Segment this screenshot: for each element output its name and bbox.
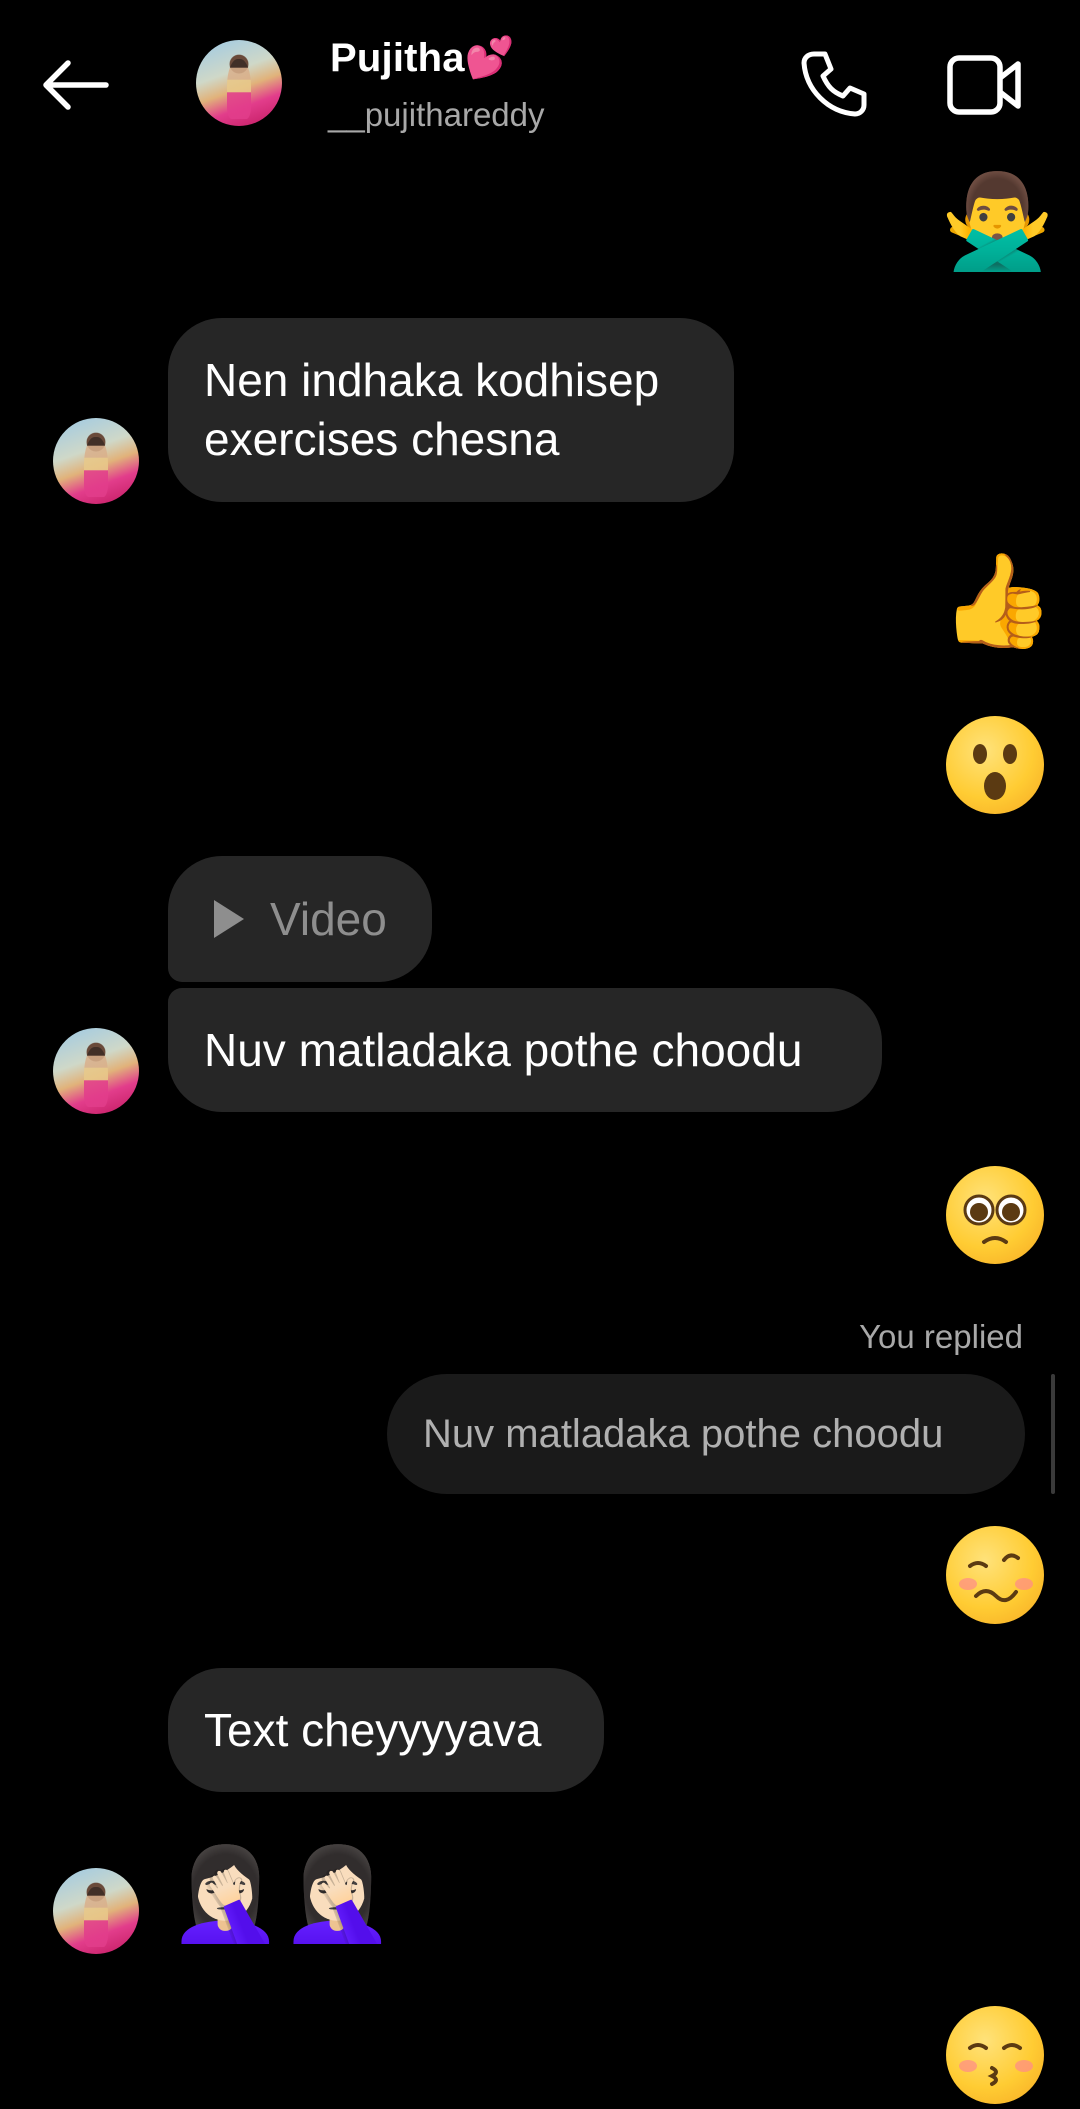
sender-avatar[interactable] [53,1868,139,1954]
received-emoji-message[interactable]: 🤦🏻‍♀️ [168,1844,283,1944]
kissing-face-icon [959,2043,1033,2086]
video-attachment[interactable]: Video [168,856,432,982]
sent-emoji-message[interactable]: 😮 [946,716,1044,814]
sender-avatar[interactable] [53,1028,139,1114]
contact-avatar[interactable] [196,40,282,126]
you-replied-label: You replied [859,1318,1023,1355]
video-call-button[interactable] [946,52,1022,118]
surprised-face-icon [973,744,1017,800]
video-label: Video [270,893,387,945]
received-emoji-message[interactable]: 🤦🏻‍♀️ [280,1844,395,1944]
pleading-face-icon [963,1194,1027,1244]
received-message-bubble[interactable]: Nen indhaka kodhisep exercises chesna [168,318,734,502]
sender-avatar[interactable] [53,418,139,504]
replied-to-message[interactable]: Nuv matladaka pothe choodu [387,1374,1025,1494]
play-icon [214,900,244,938]
sent-emoji-message[interactable]: 🥴 [946,1526,1044,1624]
received-message-bubble[interactable]: Text cheyyyyava [168,1668,604,1792]
phone-icon [801,51,867,117]
contact-name[interactable]: Pujitha💕 [330,34,515,81]
sent-emoji-message[interactable]: 👍 [940,551,1055,651]
reply-indicator-bar [1051,1374,1055,1494]
back-button[interactable] [40,50,130,120]
sent-emoji-message[interactable]: 😚 [946,2006,1044,2104]
video-camera-icon [947,55,1021,115]
woozy-face-icon [959,1553,1033,1603]
contact-username[interactable]: __pujithareddy [328,96,545,134]
chat-header: Pujitha💕 __pujithareddy [0,0,1080,170]
sent-emoji-message[interactable]: 🥺 [946,1166,1044,1264]
sent-emoji-message[interactable]: 🙅‍♂️ [940,172,1055,272]
received-message-bubble[interactable]: Nuv matladaka pothe choodu [168,988,882,1112]
audio-call-button[interactable] [798,48,870,120]
arrow-left-icon [43,60,109,110]
